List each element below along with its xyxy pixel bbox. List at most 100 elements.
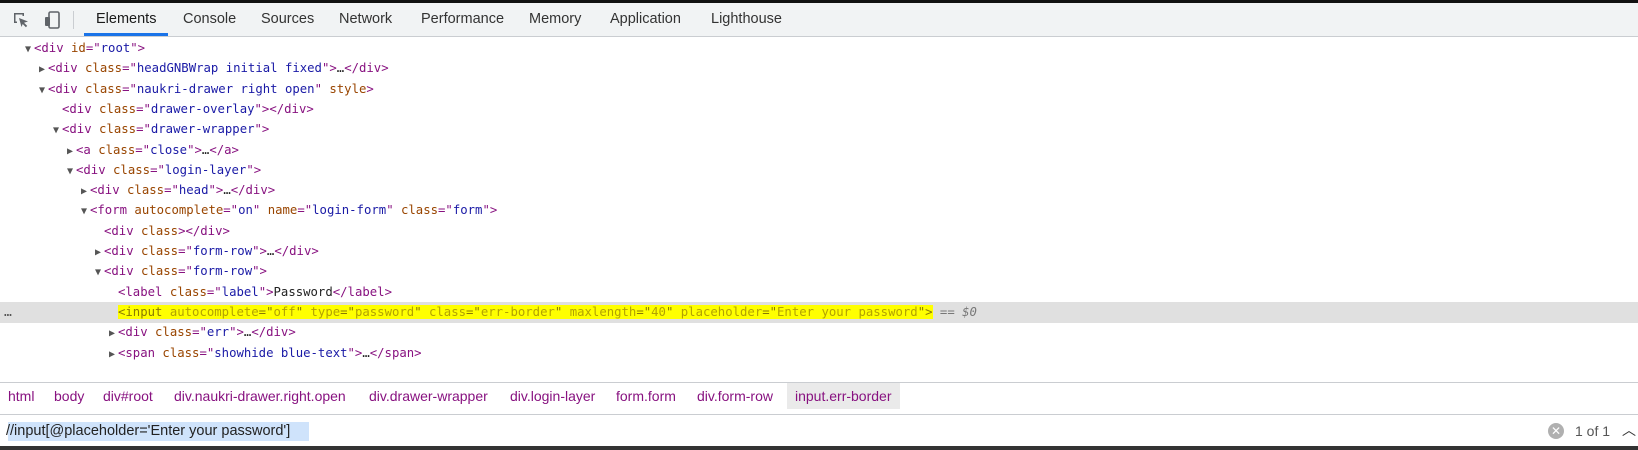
markup-token: class	[98, 142, 136, 157]
expand-closed-icon[interactable]: ▶	[106, 323, 118, 344]
markup-token: label	[221, 284, 259, 299]
expand-open-icon[interactable]: ▼	[78, 201, 90, 222]
markup-token: <form	[90, 203, 135, 218]
expand-open-icon[interactable]: ▼	[50, 120, 62, 141]
markup-token: class	[127, 183, 165, 198]
markup-token: root	[100, 41, 131, 55]
dom-node-row[interactable]: ▼ <form autocomplete="on" name="login-for…	[0, 200, 1638, 221]
dom-node-row[interactable]: ▼ <div class="drawer-wrapper">	[0, 119, 1638, 140]
dom-node-row[interactable]: <div class="drawer-overlay"></div>	[0, 99, 1638, 120]
markup-token: ">	[347, 345, 363, 360]
breadcrumb-item[interactable]: body	[46, 383, 92, 409]
markup-token: <div	[104, 244, 142, 258]
markup-token: <div	[62, 122, 100, 137]
markup-token: form-row	[192, 264, 253, 279]
markup-token: maxlength	[569, 304, 637, 319]
dom-node-row[interactable]: ▼ <div class="form-row">	[0, 261, 1638, 282]
markup-token: …	[362, 345, 370, 360]
markup-token: ">	[482, 203, 498, 218]
markup-token: ="	[466, 304, 481, 319]
dom-node-row[interactable]: ▼ <div id="root">	[0, 38, 1638, 59]
dom-node-row[interactable]: … <input autocomplete="off" type="passwo…	[0, 301, 1638, 323]
dom-node-row[interactable]: ▶ <div class="form-row">…</div>	[0, 241, 1638, 262]
tab-console[interactable]: Console	[171, 3, 248, 36]
markup-token: </label>	[332, 284, 392, 299]
markup-token: <div	[104, 223, 142, 238]
markup-token: ">	[321, 61, 337, 76]
markup-token: "	[414, 304, 429, 319]
markup-token: class	[99, 122, 137, 137]
expand-closed-icon[interactable]: ▶	[92, 242, 104, 263]
dom-node-markup: <a class="close">…</a>	[76, 143, 239, 157]
inspect-icon[interactable]	[11, 10, 31, 30]
dom-node-row[interactable]: ▶ <div class="head">…</div>	[0, 180, 1638, 201]
previous-match-button[interactable]: ︿	[1621, 420, 1637, 440]
breadcrumb-item[interactable]: div.login-layer	[502, 383, 603, 409]
tab-application[interactable]: Application	[598, 3, 693, 36]
markup-token: class	[429, 304, 467, 319]
breadcrumb: html body div#root div.naukri-drawer.right.…	[0, 382, 1638, 410]
breadcrumb-item[interactable]: div.drawer-wrapper	[361, 383, 496, 409]
markup-token: password	[354, 304, 415, 319]
markup-token: err	[206, 325, 230, 340]
markup-token: ="	[136, 122, 151, 137]
markup-token: type	[310, 304, 341, 319]
more-options-icon[interactable]: …	[4, 302, 13, 323]
expand-closed-icon[interactable]: ▶	[106, 344, 118, 365]
tab-network[interactable]: Network	[327, 3, 404, 36]
expand-open-icon[interactable]: ▼	[22, 39, 34, 60]
markup-token: 40	[651, 304, 666, 319]
markup-token: class	[99, 101, 137, 116]
markup-token: >	[366, 81, 374, 96]
tab-lighthouse[interactable]: Lighthouse	[699, 3, 794, 36]
dom-node-row[interactable]: ▼ <div class="login-layer">	[0, 160, 1638, 181]
dom-node-row[interactable]: ▶ <span class="showhide blue-text">…</spa…	[0, 343, 1638, 364]
expand-open-icon[interactable]: ▼	[64, 161, 76, 182]
markup-token: class	[141, 264, 179, 279]
markup-token: ="	[297, 203, 313, 218]
device-toggle-icon[interactable]	[43, 10, 63, 30]
no-arrow	[50, 100, 62, 121]
dom-node-row[interactable]: <div class></div>	[0, 221, 1638, 242]
search-input[interactable]	[6, 419, 1536, 443]
expand-closed-icon[interactable]: ▶	[64, 141, 76, 162]
tab-performance[interactable]: Performance	[409, 3, 516, 36]
tab-sources[interactable]: Sources	[249, 3, 326, 36]
expand-open-icon[interactable]: ▼	[36, 80, 48, 101]
breadcrumb-item[interactable]: div.form-row	[689, 383, 781, 409]
tab-memory[interactable]: Memory	[517, 3, 593, 36]
markup-token: </div>	[344, 61, 389, 76]
dom-node-row[interactable]: ▶ <div class="headGNBWrap initial fixed">…	[0, 58, 1638, 79]
markup-token: "	[295, 304, 311, 319]
dom-node-row[interactable]: ▼ <div class="naukri-drawer right open" s…	[0, 79, 1638, 100]
dom-node-markup: <div class="login-layer">	[76, 163, 261, 177]
clear-search-icon[interactable]: ✕	[1548, 423, 1564, 439]
expand-closed-icon[interactable]: ▶	[36, 59, 48, 80]
tab-elements[interactable]: Elements	[84, 3, 169, 36]
expand-open-icon[interactable]: ▼	[92, 262, 104, 283]
breadcrumb-item[interactable]: html	[0, 383, 42, 409]
dom-node-row[interactable]: ▶ <div class="err">…</div>	[0, 322, 1638, 343]
markup-token: <span	[118, 345, 163, 360]
markup-token: Password	[273, 284, 333, 299]
markup-token: ">	[254, 122, 270, 137]
dom-node-row[interactable]: ▶ <a class="close">…</a>	[0, 140, 1638, 161]
markup-token: </div>	[251, 325, 296, 340]
markup-token: class	[85, 81, 123, 96]
dom-node-row[interactable]: <label class="label">Password</label>	[0, 282, 1638, 303]
markup-token: autocomplete	[134, 203, 224, 218]
markup-token: ="	[150, 162, 165, 177]
markup-token: ">	[187, 142, 202, 157]
markup-token: name	[267, 203, 298, 218]
breadcrumb-item[interactable]: input.err-border	[787, 383, 900, 409]
markup-token: ">	[252, 244, 267, 258]
markup-token: <div	[90, 183, 128, 198]
expand-closed-icon[interactable]: ▶	[78, 181, 90, 202]
breadcrumb-item[interactable]: div.naukri-drawer.right.open	[166, 383, 354, 409]
breadcrumb-item[interactable]: form.form	[608, 383, 684, 409]
breadcrumb-item[interactable]: div#root	[95, 383, 161, 409]
markup-token: <div	[76, 162, 114, 177]
markup-token: "	[386, 203, 401, 218]
dom-node-markup: <div class="drawer-wrapper">	[62, 122, 269, 136]
toolbar-separator	[73, 11, 74, 29]
